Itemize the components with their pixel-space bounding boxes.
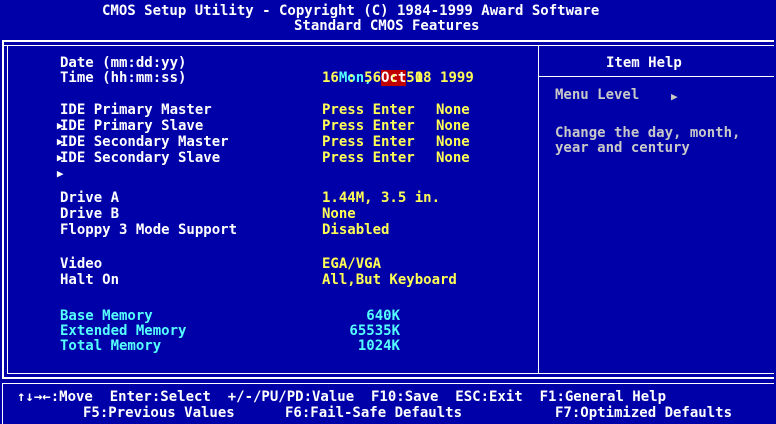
help-title-divider: [539, 76, 774, 77]
ide-secondary-slave-action[interactable]: Press Enter: [322, 151, 415, 166]
ide-secondary-slave-value: None: [436, 150, 470, 166]
drive-a-value[interactable]: 1.44M, 3.5 in.: [322, 191, 440, 206]
date-year[interactable]: 1999: [440, 70, 474, 86]
ide-secondary-master-label[interactable]: IDE Secondary Master: [60, 135, 229, 150]
menu-level-label: Menu Level: [555, 87, 640, 103]
halt-on-value[interactable]: All,But Keyboard: [322, 273, 457, 288]
floppy-3-mode-value[interactable]: Disabled: [322, 223, 389, 238]
floppy-3-mode-label: Floppy 3 Mode Support: [60, 222, 238, 238]
footer-f7: F7:Optimized Defaults: [555, 405, 733, 421]
frame-left-inner: [7, 45, 8, 374]
frame-top-outer: [2, 40, 774, 42]
frame-left-outer: [2, 40, 4, 378]
drive-a-label: Drive A: [60, 190, 120, 206]
time-label: Time (hh:mm:ss): [60, 70, 187, 86]
ide-secondary-slave-label[interactable]: IDE Secondary Slave: [60, 151, 220, 166]
extended-memory-label: Extended Memory: [60, 323, 187, 339]
footer-f5: F5:Previous Values: [83, 405, 235, 421]
time-value[interactable]: 16 : 56 : 50: [322, 71, 423, 86]
ide-primary-slave-action[interactable]: Press Enter: [322, 119, 415, 134]
help-divider: [538, 45, 539, 374]
ide-primary-slave-value: None: [436, 118, 470, 134]
video-value[interactable]: EGA/VGA: [322, 257, 381, 272]
help-text-line-2: year and century: [555, 140, 690, 156]
ide-primary-master-action[interactable]: Press Enter: [322, 103, 415, 118]
halt-on-label: Halt On: [60, 272, 120, 288]
footer-frame-left: [2, 383, 3, 424]
submenu-arrow-icon: ▶: [56, 167, 64, 180]
page-title: Standard CMOS Features: [294, 18, 480, 34]
ide-primary-slave-label[interactable]: IDE Primary Slave: [60, 119, 203, 134]
title-line-1: CMOS Setup Utility - Copyright (C) 1984-…: [102, 3, 600, 19]
video-label: Video: [60, 256, 103, 272]
total-memory-label: Total Memory: [60, 338, 162, 354]
footer-f6: F6:Fail-Safe Defaults: [285, 405, 463, 421]
drive-b-value[interactable]: None: [322, 207, 356, 222]
ide-primary-master-label[interactable]: IDE Primary Master: [60, 103, 212, 118]
extended-memory-value: 65535K: [349, 323, 400, 339]
help-text-line-1: Change the day, month,: [555, 125, 741, 141]
footer-key-legend: ↑↓→←:Move Enter:Select +/-/PU/PD:Value F…: [17, 389, 667, 405]
frame-top-inner: [2, 45, 774, 46]
help-title: Item Help: [606, 55, 682, 71]
frame-bottom-inner: [7, 373, 774, 374]
footer-frame-top: [2, 383, 774, 384]
ide-primary-master-value: None: [436, 102, 470, 118]
base-memory-value: 640K: [366, 308, 400, 324]
ide-secondary-master-value: None: [436, 134, 470, 150]
date-label: Date (mm:dd:yy): [60, 55, 187, 71]
frame-bottom-outer: [2, 377, 774, 379]
ide-secondary-master-action[interactable]: Press Enter: [322, 135, 415, 150]
total-memory-value: 1024K: [357, 338, 400, 354]
drive-b-label: Drive B: [60, 206, 120, 222]
base-memory-label: Base Memory: [60, 308, 153, 324]
menu-level-arrow-icon: ▶: [671, 90, 678, 103]
